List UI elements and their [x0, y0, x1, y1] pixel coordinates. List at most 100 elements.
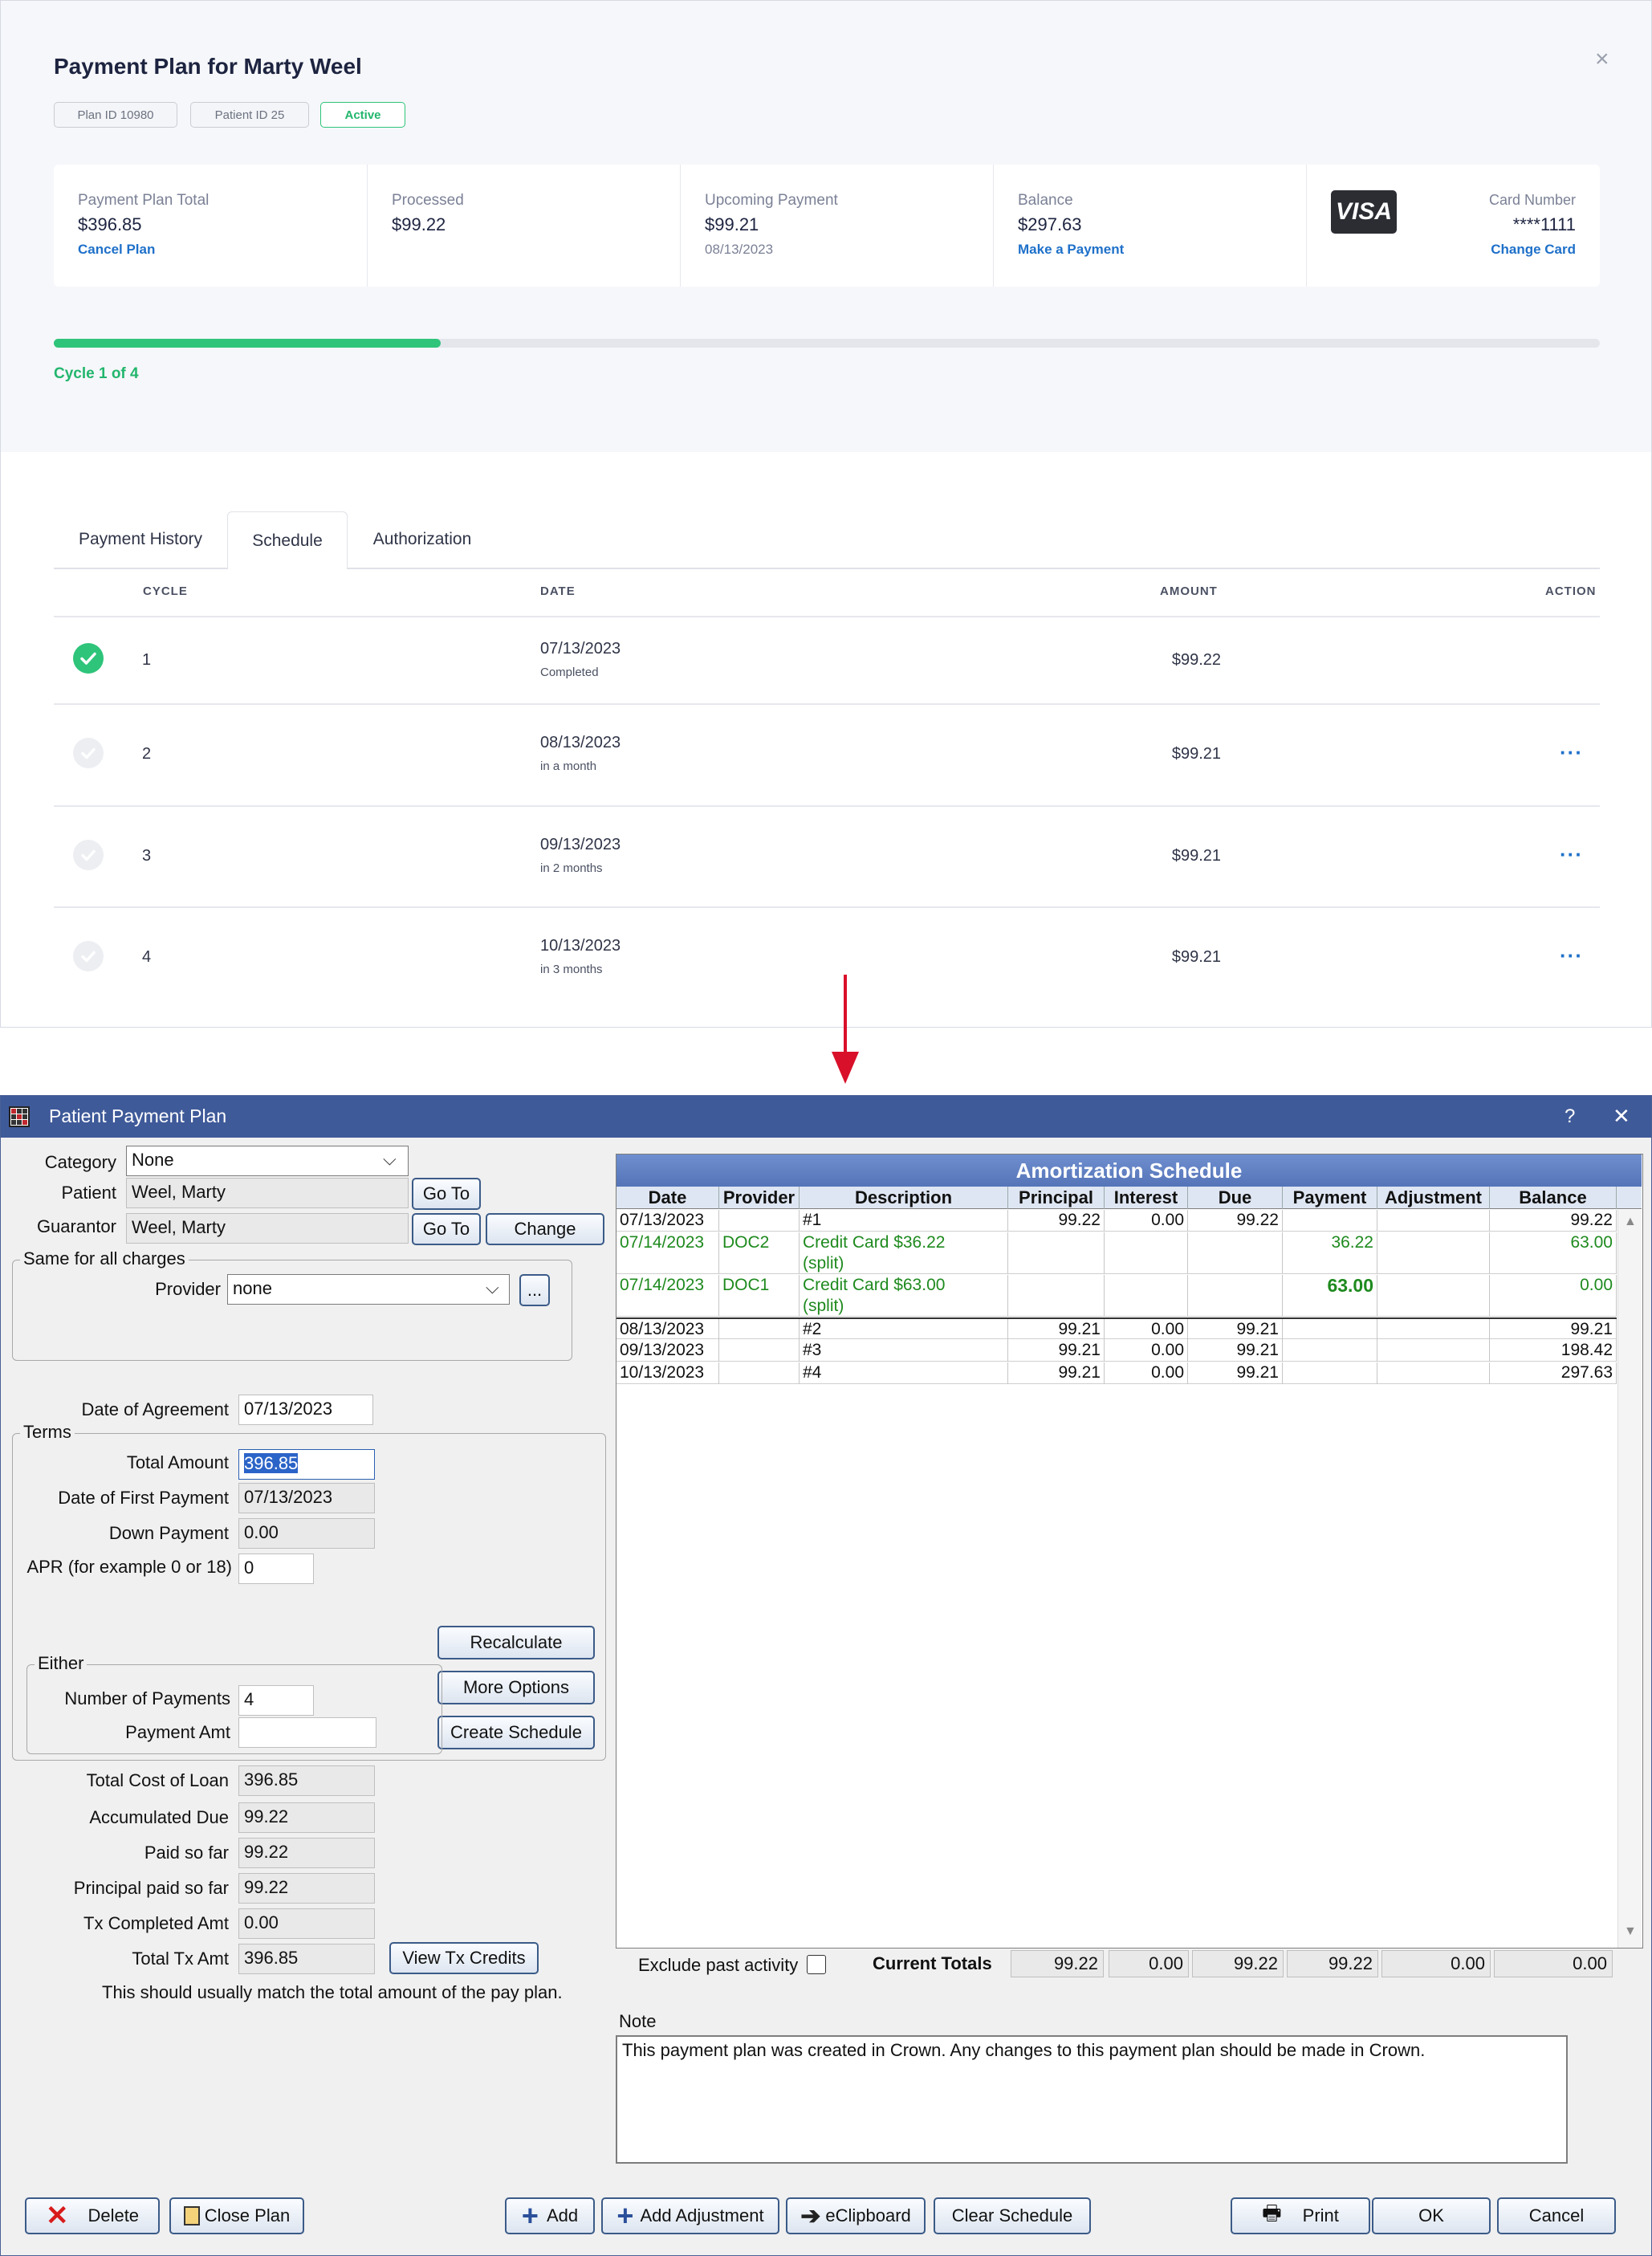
visa-card-icon: VISA [1331, 190, 1397, 234]
close-plan-button[interactable]: Close Plan [169, 2197, 304, 2234]
cell-text-date: 07/14/2023 [620, 1276, 705, 1294]
schedule-row: 4 10/13/2023 in 3 months $99.21 ··· [1, 908, 1651, 1008]
category-select[interactable]: None [126, 1146, 409, 1176]
chevron-down-icon: ⌵ [383, 1149, 397, 1169]
cell-text-principal: 99.22 [1058, 1211, 1101, 1229]
amortization-cell-interest [1105, 1275, 1188, 1317]
cycle-number: 3 [142, 847, 152, 865]
col-payment: Payment [1283, 1187, 1377, 1209]
note-textarea[interactable]: This payment plan was created in Crown. … [616, 2035, 1568, 2164]
scroll-down-icon[interactable]: ▼ [1624, 1924, 1637, 1939]
amortization-cell-date: 08/13/2023 [616, 1319, 719, 1341]
total-tx-field: 396.85 [238, 1944, 375, 1974]
cell-text-due: 99.21 [1236, 1363, 1279, 1382]
date-of-agreement-field[interactable]: 07/13/2023 [238, 1395, 373, 1425]
cell-text-principal: 99.21 [1058, 1341, 1101, 1359]
change-guarantor-button[interactable]: Change [486, 1213, 604, 1245]
recalculate-button[interactable]: Recalculate [437, 1626, 595, 1659]
patient-field: Weel, Marty [126, 1178, 409, 1208]
upcoming-value: $99.21 [705, 214, 759, 234]
num-payments-field[interactable]: 4 [238, 1685, 314, 1716]
add-adjustment-button[interactable]: + Add Adjustment [601, 2197, 779, 2234]
eclipboard-label: eClipboard [825, 2205, 911, 2225]
provider-value: none [233, 1278, 272, 1298]
amortization-cell-balance: 0.00 [1490, 1275, 1617, 1317]
summary-total: Payment Plan Total $396.85 Cancel Plan [54, 165, 368, 287]
total-balance: 0.00 [1494, 1950, 1613, 1977]
more-options-button[interactable]: More Options [437, 1671, 595, 1704]
help-button[interactable]: ? [1565, 1106, 1575, 1128]
total-interest: 0.00 [1109, 1950, 1189, 1977]
total-label: Payment Plan Total [78, 192, 210, 209]
exclude-past-label: Exclude past activity [638, 1955, 799, 1975]
print-button[interactable]: 🖶 Print [1231, 2197, 1370, 2234]
accumulated-due-label: Accumulated Due [89, 1807, 229, 1827]
scroll-up-icon[interactable]: ▲ [1624, 1215, 1637, 1229]
completed-check-icon [73, 643, 104, 674]
amortization-cell-provider [719, 1340, 800, 1362]
amortization-cell-adjustment [1377, 1210, 1490, 1232]
amortization-cell-desc: Credit Card $63.00 (split) [800, 1275, 1008, 1317]
date-first-payment-label: Date of First Payment [58, 1488, 229, 1508]
amortization-row[interactable]: 09/13/2023 #3 99.21 0.00 99.21 198.42 [616, 1340, 1617, 1362]
tab-payment-history[interactable]: Payment History [60, 511, 221, 568]
date-of-agreement-label: Date of Agreement [81, 1399, 229, 1419]
close-icon[interactable]: × [1595, 46, 1609, 73]
amortization-row[interactable]: 08/13/2023 #2 99.21 0.00 99.21 99.21 [616, 1317, 1617, 1341]
total-amount-value: 396.85 [244, 1453, 299, 1473]
patient-id-chip: Patient ID 25 [190, 102, 309, 128]
tab-schedule[interactable]: Schedule [227, 511, 348, 569]
row-actions-icon[interactable]: ··· [1560, 943, 1583, 968]
cycle-status: in 3 months [540, 963, 603, 976]
guarantor-go-to-button[interactable]: Go To [412, 1213, 481, 1245]
view-tx-credits-button[interactable]: View Tx Credits [389, 1942, 539, 1974]
make-payment-link[interactable]: Make a Payment [1018, 242, 1124, 258]
patient-go-to-button[interactable]: Go To [412, 1178, 481, 1210]
amortization-cell-adjustment [1377, 1340, 1490, 1362]
amortization-header-row: Date Provider Description Principal Inte… [616, 1187, 1642, 1209]
total-amount-field[interactable]: 396.85 [238, 1449, 375, 1480]
amortization-row[interactable]: 07/13/2023 #1 99.22 0.00 99.22 99.22 [616, 1210, 1617, 1232]
amortization-row[interactable]: 10/13/2023 #4 99.21 0.00 99.21 297.63 [616, 1362, 1617, 1384]
card-number-value: ****1111 [1512, 214, 1576, 234]
amortization-row[interactable]: 07/14/2023 DOC1 Credit Card $63.00 (split) 6… [616, 1275, 1617, 1317]
patient-payment-plan-window: Patient Payment Plan ? ✕ Category None ⌵… [0, 1095, 1652, 2256]
window-titlebar: Patient Payment Plan ? ✕ [1, 1096, 1651, 1138]
amortization-cell-date: 07/14/2023 [616, 1232, 719, 1274]
cell-text-interest: 0.00 [1151, 1211, 1184, 1229]
exclude-past-checkbox[interactable] [807, 1955, 826, 1974]
eclipboard-button[interactable]: ➔ eClipboard [786, 2197, 926, 2234]
clear-schedule-button[interactable]: Clear Schedule [934, 2197, 1091, 2234]
row-actions-icon[interactable]: ··· [1560, 740, 1583, 765]
cell-text-interest: 0.00 [1151, 1320, 1184, 1338]
tab-authorization[interactable]: Authorization [354, 511, 490, 568]
paid-so-far-label: Paid so far [144, 1843, 229, 1863]
apr-field[interactable]: 0 [238, 1554, 314, 1584]
change-card-link[interactable]: Change Card [1491, 242, 1576, 258]
payment-amt-field[interactable] [238, 1717, 376, 1748]
tx-completed-label: Tx Completed Amt [83, 1913, 229, 1933]
cancel-plan-link[interactable]: Cancel Plan [78, 242, 155, 258]
row-actions-icon[interactable]: ··· [1560, 842, 1583, 867]
grid-scrollbar[interactable]: ▲ ▼ [1617, 1210, 1642, 1948]
col-date-header: DATE [540, 584, 576, 598]
amortization-cell-date: 10/13/2023 [616, 1362, 719, 1384]
cancel-button[interactable]: Cancel [1497, 2197, 1616, 2234]
delete-button[interactable]: ✕ Delete [25, 2197, 160, 2234]
cycle-number: 4 [142, 948, 152, 966]
amortization-cell-desc: #2 [800, 1319, 1008, 1341]
ok-button[interactable]: OK [1372, 2197, 1491, 2234]
provider-picker-button[interactable]: ... [519, 1274, 550, 1306]
cycle-amount: $99.21 [1171, 745, 1221, 763]
amortization-cell-balance: 99.22 [1490, 1210, 1617, 1232]
provider-select[interactable]: none [227, 1274, 510, 1305]
cycle-status: Completed [540, 666, 599, 679]
amortization-row[interactable]: 07/14/2023 DOC2 Credit Card $36.22 (split) 3… [616, 1232, 1617, 1274]
amortization-cell-adjustment [1377, 1232, 1490, 1274]
guarantor-label: Guarantor [36, 1216, 116, 1236]
down-payment-label: Down Payment [108, 1523, 229, 1543]
add-button[interactable]: + Add [505, 2197, 595, 2234]
close-window-button[interactable]: ✕ [1613, 1104, 1630, 1129]
create-schedule-button[interactable]: Create Schedule [437, 1716, 595, 1749]
amortization-cell-payment [1283, 1210, 1377, 1232]
